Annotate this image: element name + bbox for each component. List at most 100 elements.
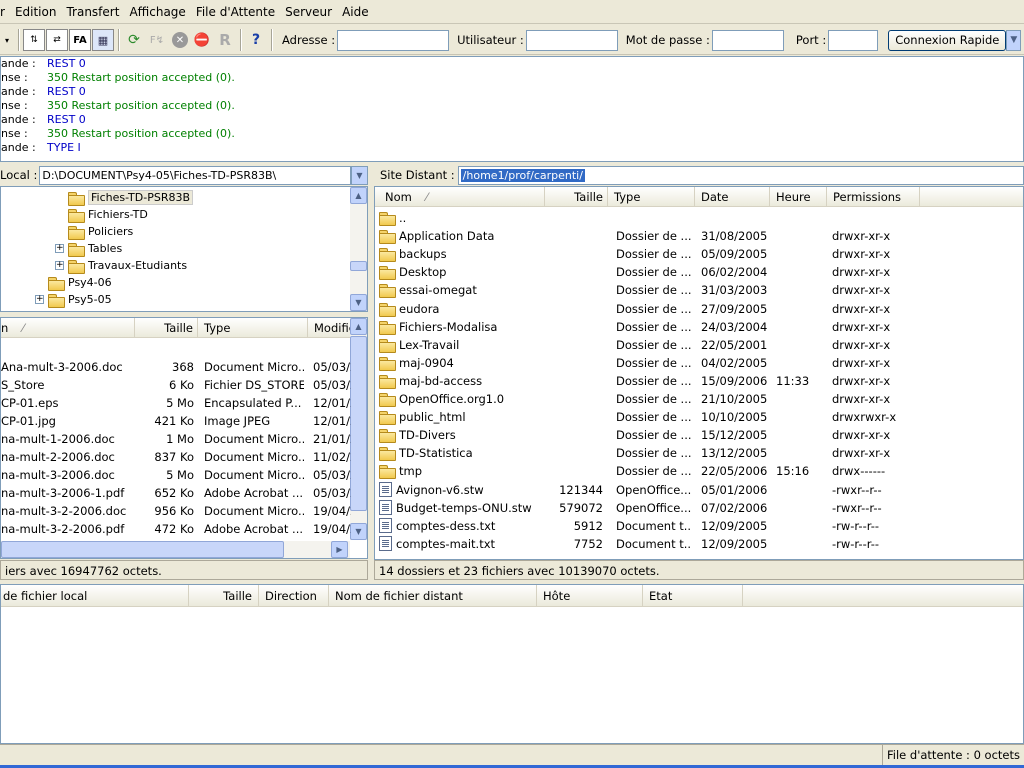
file-permissions: drwx------: [832, 464, 886, 479]
queue-column[interactable]: Hôte: [537, 585, 643, 607]
table-row[interactable]: na-mult-3-2-2006.pdf 472 Ko Adobe Acrobat …: [1, 520, 367, 538]
quick-connect-dropdown[interactable]: ▼: [1006, 29, 1022, 51]
table-row[interactable]: public_html Dossier de ... 10/10/2005 drwxr…: [375, 408, 1023, 426]
local-list-hscrollbar[interactable]: ▶: [1, 541, 350, 558]
remote-path-input[interactable]: /home1/prof/carpenti/: [457, 165, 1024, 185]
scroll-right-icon[interactable]: ▶: [331, 541, 348, 558]
password-input[interactable]: [711, 29, 784, 51]
scroll-up-icon[interactable]: ▲: [350, 318, 367, 335]
column-name[interactable]: n ⁄: [1, 318, 135, 338]
column-time[interactable]: Heure: [770, 187, 827, 207]
transfer-queue[interactable]: de fichier local Taille Direction Nom de fi…: [0, 584, 1024, 744]
file-type: OpenOffice...: [616, 500, 692, 515]
table-row[interactable]: CP-01.jpg 421 Ko Image JPEG 12/01/2: [1, 412, 367, 430]
column-size[interactable]: Taille: [135, 318, 198, 338]
grid-view-icon[interactable]: ▦: [92, 29, 114, 51]
table-row[interactable]: Fichiers-Modalisa Dossier de ... 24/03/200…: [375, 318, 1023, 336]
toggle-queue-button[interactable]: FA: [69, 29, 91, 51]
queue-column[interactable]: Direction: [259, 585, 329, 607]
menu-item[interactable]: Edition: [10, 1, 62, 23]
tree-item[interactable]: Psy4-06: [35, 274, 112, 291]
expand-icon[interactable]: +: [35, 295, 44, 304]
table-row[interactable]: ..: [375, 209, 1023, 227]
tree-item[interactable]: Policiers: [55, 223, 133, 240]
port-input[interactable]: [828, 29, 879, 51]
tree-item[interactable]: + Tables: [55, 240, 122, 257]
expand-icon[interactable]: +: [55, 244, 64, 253]
menu-item[interactable]: File d'Attente: [191, 1, 280, 23]
table-row[interactable]: tmp Dossier de ... 22/05/2006 15:16 drwx----…: [375, 462, 1023, 480]
disconnect-icon[interactable]: ⛔: [191, 29, 213, 51]
address-input[interactable]: [337, 29, 450, 51]
table-row[interactable]: na-mult-3-2-2006.doc 956 Ko Document Micro…: [1, 502, 367, 520]
file-permissions: drwxrwxr-x: [832, 410, 897, 425]
table-row[interactable]: Application Data Dossier de ... 31/08/2005…: [375, 227, 1023, 245]
expand-icon[interactable]: +: [55, 261, 64, 270]
toggle-tree-icon[interactable]: ⇄: [46, 29, 68, 51]
toggle-log-icon[interactable]: ⇅: [23, 29, 45, 51]
tree-item[interactable]: + Travaux-Etudiants: [55, 257, 187, 274]
process-queue-icon[interactable]: F↯: [146, 29, 168, 51]
file-time: [776, 499, 826, 517]
table-row[interactable]: S_Store 6 Ko Fichier DS_STORE 05/03/2: [1, 376, 367, 394]
queue-column[interactable]: Nom de fichier distant: [329, 585, 537, 607]
table-row[interactable]: Ana-mult-3-2006.doc 368 Document Micro... 0…: [1, 358, 367, 376]
table-row[interactable]: comptes-mait.txt 7752 Document t... 12/09/2…: [375, 535, 1023, 553]
local-directory-tree[interactable]: ▲ ▼ Fiches-TD-PSR83B Fichiers-TD Policiers…: [0, 186, 368, 312]
menu-item[interactable]: r: [0, 1, 10, 23]
table-row[interactable]: OpenOffice.org1.0 Dossier de ... 21/10/200…: [375, 390, 1023, 408]
user-input[interactable]: [525, 29, 618, 51]
table-row[interactable]: na-mult-2-2006.doc 837 Ko Document Micro..…: [1, 448, 367, 466]
message-log[interactable]: ande : REST 0 nse : 350 Restart position ac…: [0, 56, 1024, 162]
column-modified[interactable]: Modifié: [308, 318, 352, 338]
table-row[interactable]: maj-0904 Dossier de ... 04/02/2005 drwxr-xr…: [375, 354, 1023, 372]
help-button[interactable]: ?: [245, 29, 267, 51]
local-path-input[interactable]: D:\DOCUMENT\Psy4-05\Fiches-TD-PSR83B\: [39, 165, 352, 185]
tree-item[interactable]: + Psy5-05: [35, 291, 112, 308]
scroll-thumb[interactable]: [350, 261, 367, 271]
queue-column[interactable]: Taille: [189, 585, 259, 607]
menu-item[interactable]: Affichage: [124, 1, 190, 23]
column-type[interactable]: Type: [608, 187, 695, 207]
table-row[interactable]: na-mult-3-2006-1.pdf 652 Ko Adobe Acrobat …: [1, 484, 367, 502]
menu-item[interactable]: Serveur: [280, 1, 337, 23]
column-name[interactable]: Nom ⁄: [375, 187, 545, 207]
table-row[interactable]: maj-bd-access Dossier de ... 15/09/2006 11:…: [375, 372, 1023, 390]
menu-item[interactable]: Transfert: [61, 1, 124, 23]
table-row[interactable]: na-mult-1-2006.doc 1 Mo Document Micro... 2…: [1, 430, 367, 448]
scroll-thumb[interactable]: [1, 541, 284, 558]
queue-column[interactable]: Etat: [643, 585, 743, 607]
column-date[interactable]: Date: [695, 187, 770, 207]
tree-item[interactable]: Fichiers-TD: [55, 206, 148, 223]
refresh-icon[interactable]: ⟳: [123, 29, 145, 51]
scroll-down-icon[interactable]: ▼: [350, 294, 367, 311]
scroll-up-icon[interactable]: ▲: [350, 187, 367, 204]
quick-connect-button[interactable]: Connexion Rapide: [888, 29, 1007, 51]
tree-item[interactable]: Fiches-TD-PSR83B: [55, 189, 194, 206]
reconnect-button[interactable]: R: [214, 29, 236, 51]
table-row[interactable]: essai-omegat Dossier de ... 31/03/2003 drwx…: [375, 281, 1023, 299]
column-type[interactable]: Type: [198, 318, 308, 338]
column-size[interactable]: Taille: [545, 187, 608, 207]
table-row[interactable]: na-mult-3-2006.doc 5 Mo Document Micro... 0…: [1, 466, 367, 484]
table-row[interactable]: Budget-temps-ONU.stw 579072 OpenOffice... 0…: [375, 499, 1023, 517]
table-row[interactable]: backups Dossier de ... 05/09/2005 drwxr-xr-…: [375, 245, 1023, 263]
menu-item[interactable]: Aide: [337, 1, 374, 23]
table-row[interactable]: eudora Dossier de ... 27/09/2005 drwxr-xr-x: [375, 300, 1023, 318]
table-row[interactable]: CP-01.eps 5 Mo Encapsulated P... 12/01/2: [1, 394, 367, 412]
table-row[interactable]: TD-Divers Dossier de ... 15/12/2005 drwxr-x…: [375, 426, 1023, 444]
remote-file-list[interactable]: Nom ⁄ Taille Type Date Heure Permissions …: [374, 186, 1024, 560]
site-manager-dropdown[interactable]: ▾: [0, 29, 14, 51]
column-permissions[interactable]: Permissions: [827, 187, 920, 207]
table-row[interactable]: TD-Statistica Dossier de ... 13/12/2005 drw…: [375, 444, 1023, 462]
local-file-list[interactable]: n ⁄ Taille Type Modifié ▲ ▼ ▶ Ana-mult-3-…: [0, 317, 368, 559]
table-row[interactable]: Desktop Dossier de ... 06/02/2004 drwxr-xr-…: [375, 263, 1023, 281]
queue-column[interactable]: de fichier local: [1, 585, 189, 607]
table-row[interactable]: Lex-Travail Dossier de ... 22/05/2001 drwxr…: [375, 336, 1023, 354]
table-row[interactable]: [1, 340, 367, 358]
cancel-icon[interactable]: ✕: [172, 32, 188, 48]
local-tree-scrollbar[interactable]: ▲ ▼: [350, 187, 367, 311]
local-path-dropdown[interactable]: ▼: [351, 165, 368, 185]
table-row[interactable]: Avignon-v6.stw 121344 OpenOffice... 05/01/2…: [375, 481, 1023, 499]
table-row[interactable]: comptes-dess.txt 5912 Document t... 12/09/2…: [375, 517, 1023, 535]
